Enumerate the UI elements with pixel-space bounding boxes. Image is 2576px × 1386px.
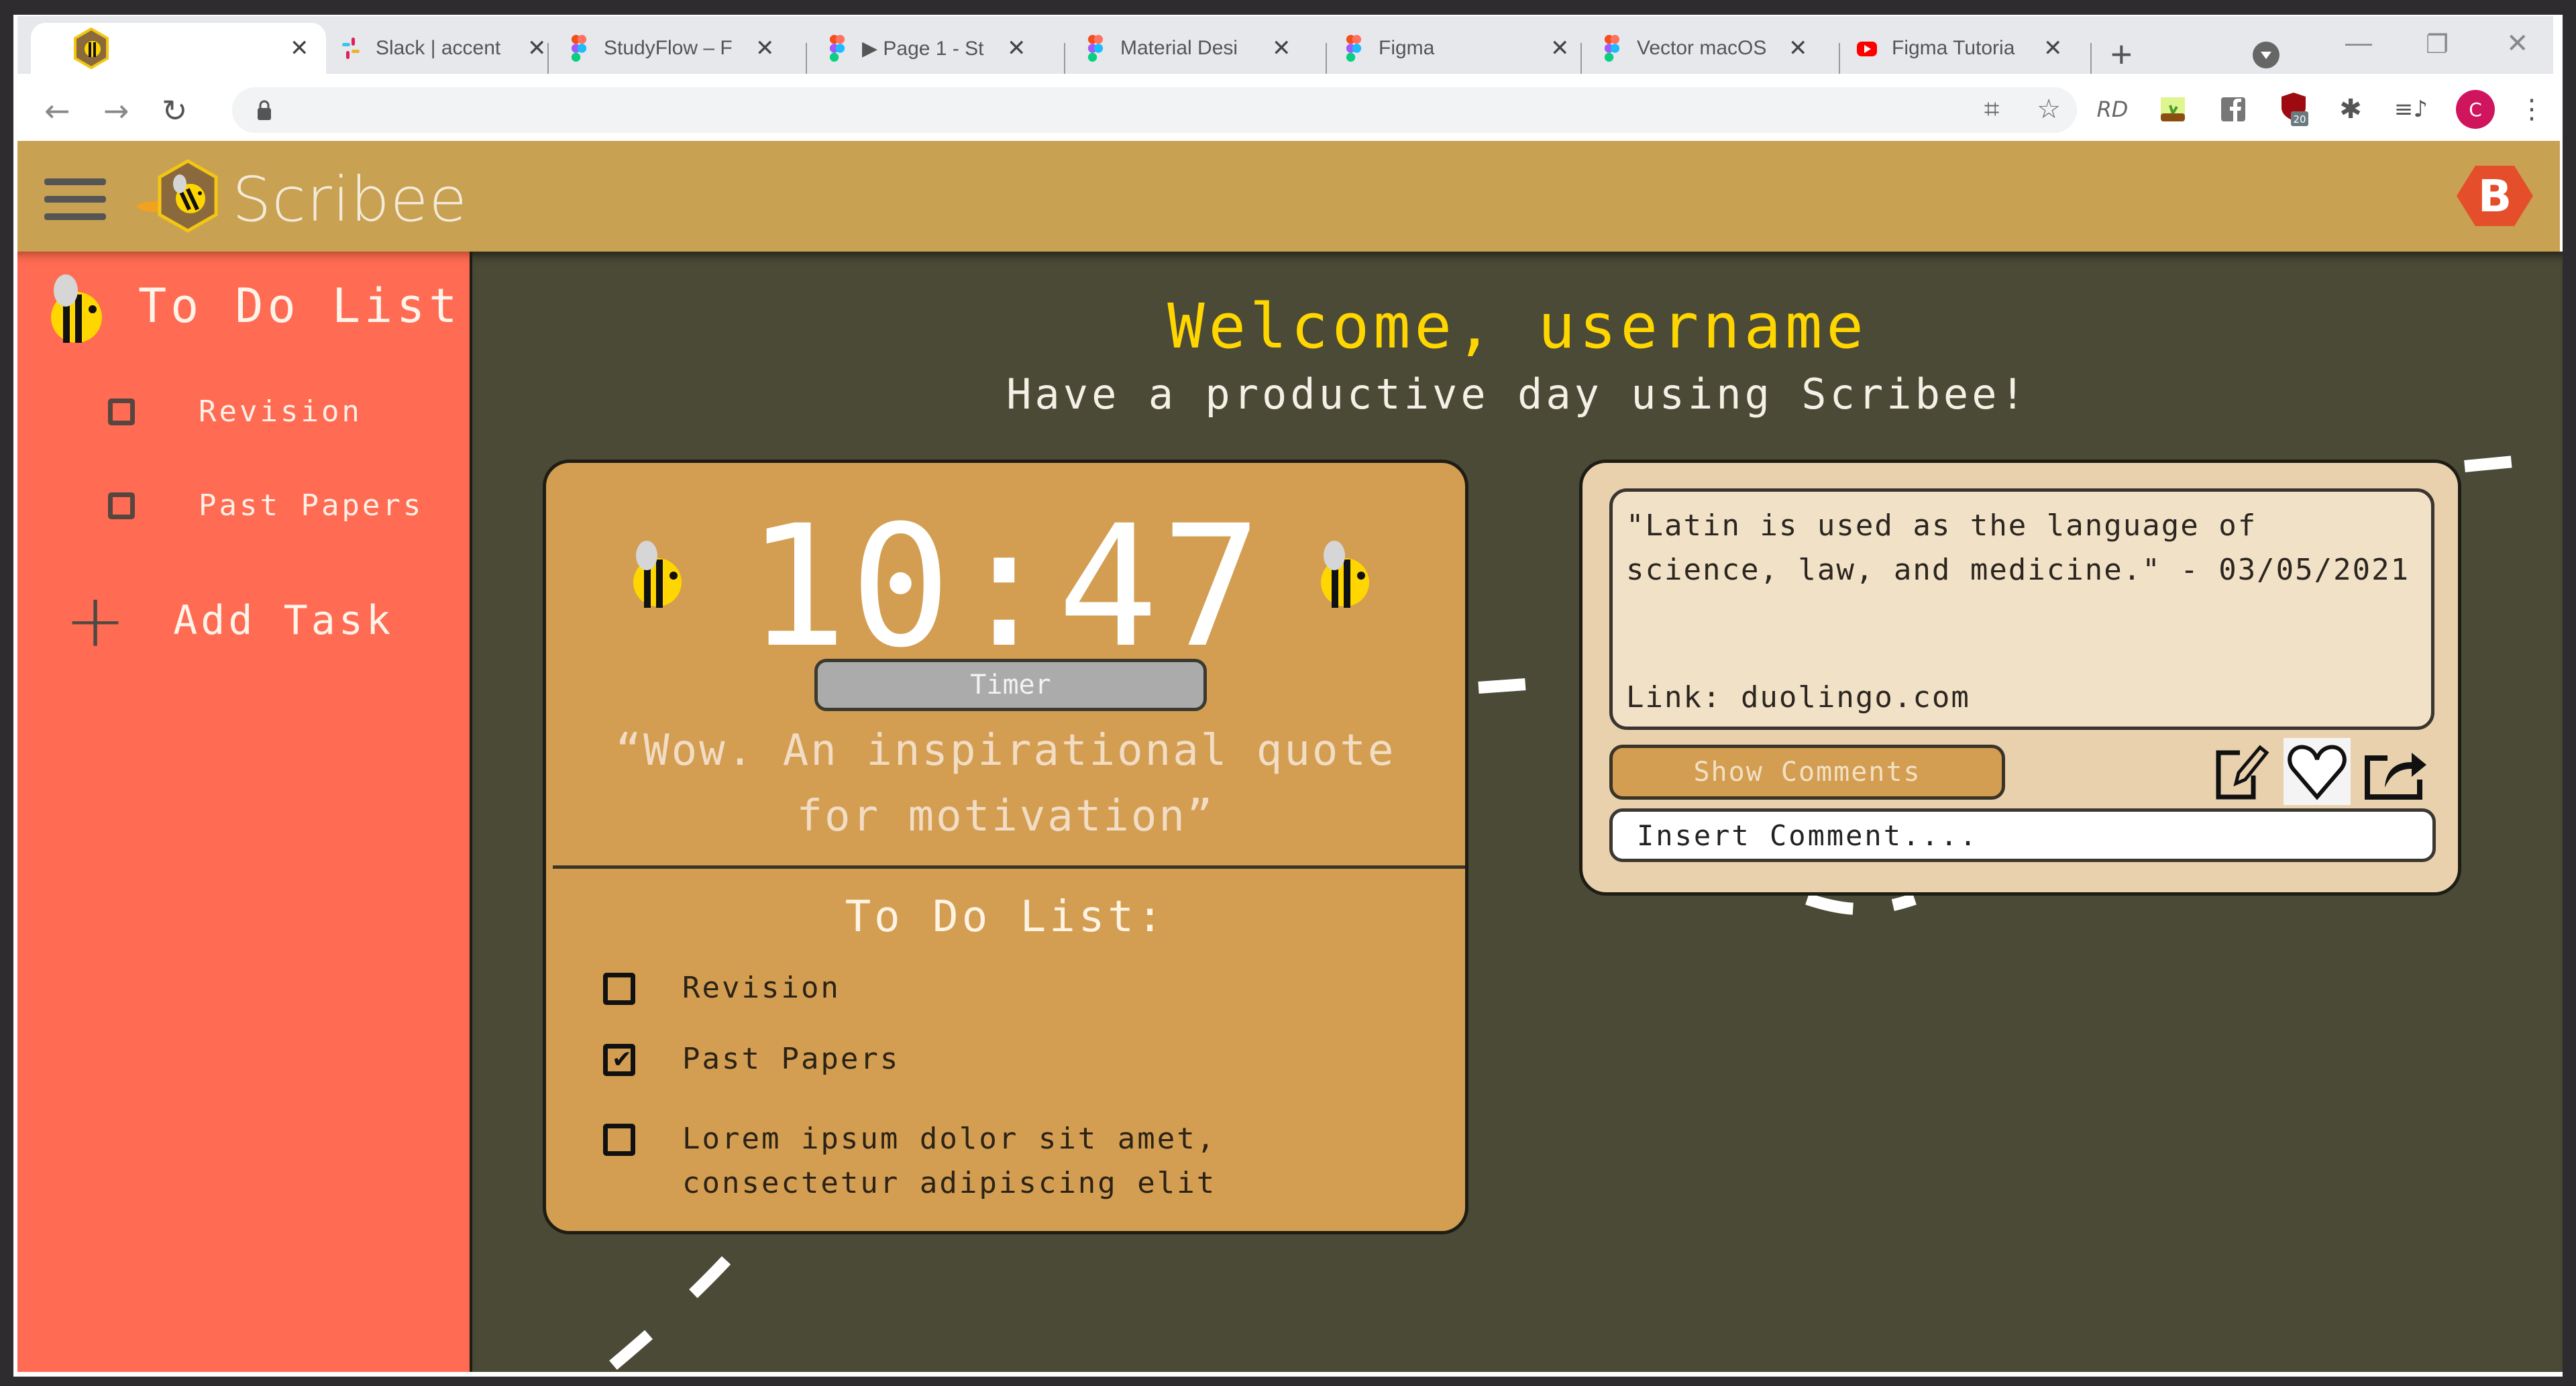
checkmark-icon: ✔ bbox=[612, 1046, 633, 1073]
timer-button[interactable]: Timer bbox=[814, 659, 1207, 711]
close-tab-icon[interactable]: ✕ bbox=[2043, 35, 2063, 62]
plus-icon: + bbox=[64, 578, 127, 663]
browser-menu-icon[interactable]: ⋮ bbox=[2516, 94, 2547, 125]
address-bar[interactable]: ⌗ ☆ bbox=[232, 87, 2077, 133]
card-divider bbox=[553, 865, 1465, 869]
extension-facebook-icon[interactable] bbox=[2218, 94, 2249, 125]
motivational-quote: “Wow. An inspirational quote for motivat… bbox=[615, 726, 1396, 841]
sidebar-item-revision[interactable]: Revision bbox=[108, 394, 362, 429]
sidebar-title: To Do List bbox=[138, 278, 462, 333]
welcome-subtitle: Have a productive day using Scribee! bbox=[1006, 370, 2029, 419]
checkbox[interactable] bbox=[108, 398, 135, 425]
app-header: Scribee bbox=[17, 141, 2560, 252]
note-content: "Latin is used as the language of scienc… bbox=[1609, 488, 2434, 730]
main-content: Welcome, username Have a productive day … bbox=[470, 252, 2563, 1372]
tab-material-design[interactable]: Material Desi ✕ bbox=[1084, 23, 1291, 74]
qr-code-icon[interactable]: ⌗ bbox=[1976, 94, 2007, 125]
tab-vector-macos[interactable]: Vector macOS ✕ bbox=[1601, 23, 1808, 74]
app-logo-text: Scribee bbox=[232, 164, 468, 235]
figma-icon bbox=[571, 35, 587, 62]
close-tab-icon[interactable]: ✕ bbox=[290, 35, 309, 62]
checkbox-checked[interactable]: ✔ bbox=[603, 1044, 635, 1076]
bee-icon bbox=[51, 274, 102, 343]
profile-avatar[interactable]: C bbox=[2456, 90, 2495, 129]
close-tab-icon[interactable]: ✕ bbox=[1550, 35, 1570, 62]
media-control-icon[interactable]: ≡♪ bbox=[2394, 94, 2428, 125]
welcome-heading: Welcome, username bbox=[1167, 290, 1868, 362]
todo-item[interactable]: ✔ Past Papers bbox=[603, 1042, 1400, 1081]
minimize-button[interactable]: — bbox=[2345, 28, 2372, 58]
reload-icon[interactable]: ↻ bbox=[162, 93, 188, 129]
tab-slack[interactable]: Slack | accent ✕ bbox=[339, 23, 547, 74]
close-tab-icon[interactable]: ✕ bbox=[1788, 35, 1808, 62]
restore-button[interactable]: ❐ bbox=[2426, 30, 2449, 60]
sidebar: To Do List Revision Past Papers + Add Ta… bbox=[17, 252, 470, 1372]
close-tab-icon[interactable]: ✕ bbox=[755, 35, 775, 62]
close-tab-icon[interactable]: ✕ bbox=[1272, 35, 1291, 62]
extension-rd-icon[interactable]: RD bbox=[2097, 94, 2129, 125]
figma-icon bbox=[1604, 35, 1620, 62]
figma-icon bbox=[1346, 35, 1362, 62]
add-task-button[interactable]: + Add Task bbox=[64, 584, 394, 657]
todo-item[interactable]: Revision bbox=[603, 971, 1400, 1010]
share-icon[interactable] bbox=[2361, 738, 2428, 805]
show-comments-button[interactable]: Show Comments bbox=[1609, 745, 2005, 800]
new-tab-button[interactable]: + bbox=[2110, 32, 2133, 76]
user-avatar[interactable]: B bbox=[2455, 164, 2534, 227]
tab-studyflow[interactable]: StudyFlow – F ✕ bbox=[568, 23, 775, 74]
scribee-favicon-icon bbox=[74, 28, 109, 69]
back-icon[interactable]: ← bbox=[44, 93, 70, 129]
tab-strip: ✕ Slack | accent ✕ StudyFlow – F ✕ ▶ Pag… bbox=[17, 16, 2553, 76]
clock-time: 10:47 bbox=[746, 489, 1265, 684]
checkbox[interactable] bbox=[108, 492, 135, 519]
tab-search-icon[interactable] bbox=[2251, 40, 2281, 70]
figma-icon bbox=[829, 35, 845, 62]
tab-page1[interactable]: ▶ Page 1 - St ✕ bbox=[826, 23, 1026, 74]
slack-icon bbox=[342, 38, 360, 59]
extensions-puzzle-icon[interactable]: ✱ bbox=[2335, 94, 2366, 125]
bookmark-star-icon[interactable]: ☆ bbox=[2033, 94, 2064, 125]
youtube-icon bbox=[1857, 42, 1877, 56]
note-link[interactable]: Link: duolingo.com bbox=[1626, 680, 1970, 714]
lock-icon bbox=[258, 100, 271, 120]
hamburger-menu-icon[interactable] bbox=[44, 178, 106, 220]
todo-item[interactable]: Lorem ipsum dolor sit amet, consectetur … bbox=[603, 1122, 1400, 1206]
close-window-button[interactable]: ✕ bbox=[2506, 28, 2529, 59]
todo-title: To Do List: bbox=[845, 892, 1167, 942]
tab-figma-tutorial[interactable]: Figma Tutoria ✕ bbox=[1856, 23, 2063, 74]
figma-icon bbox=[1087, 35, 1104, 62]
extension-plant-icon[interactable] bbox=[2157, 94, 2188, 125]
close-tab-icon[interactable]: ✕ bbox=[1007, 35, 1026, 62]
comment-input[interactable] bbox=[1609, 808, 2436, 862]
note-text: "Latin is used as the language of scienc… bbox=[1626, 509, 2410, 587]
sidebar-item-past-papers[interactable]: Past Papers bbox=[108, 488, 423, 523]
scribee-logo-icon bbox=[137, 159, 218, 233]
close-tab-icon[interactable]: ✕ bbox=[527, 35, 547, 62]
checkbox[interactable] bbox=[603, 973, 635, 1005]
note-card: "Latin is used as the language of scienc… bbox=[1579, 460, 2461, 896]
checkbox[interactable] bbox=[603, 1124, 635, 1156]
heart-icon[interactable] bbox=[2284, 738, 2351, 805]
clock-card: 10:47 Timer “Wow. An inspirational quote… bbox=[543, 460, 1468, 1234]
toolbar: ← → ↻ ⌗ ☆ RD 20 ✱ ≡♪ C ⋮ bbox=[17, 74, 2553, 138]
extension-badge: 20 bbox=[2293, 113, 2306, 125]
forward-icon[interactable]: → bbox=[103, 93, 129, 129]
tab-scribee[interactable]: ✕ bbox=[31, 23, 326, 74]
edit-icon[interactable] bbox=[2206, 738, 2273, 805]
extension-shield-icon[interactable]: 20 bbox=[2278, 93, 2309, 126]
user-avatar-initial: B bbox=[2478, 170, 2512, 222]
tab-figma[interactable]: Figma ✕ bbox=[1342, 23, 1570, 74]
